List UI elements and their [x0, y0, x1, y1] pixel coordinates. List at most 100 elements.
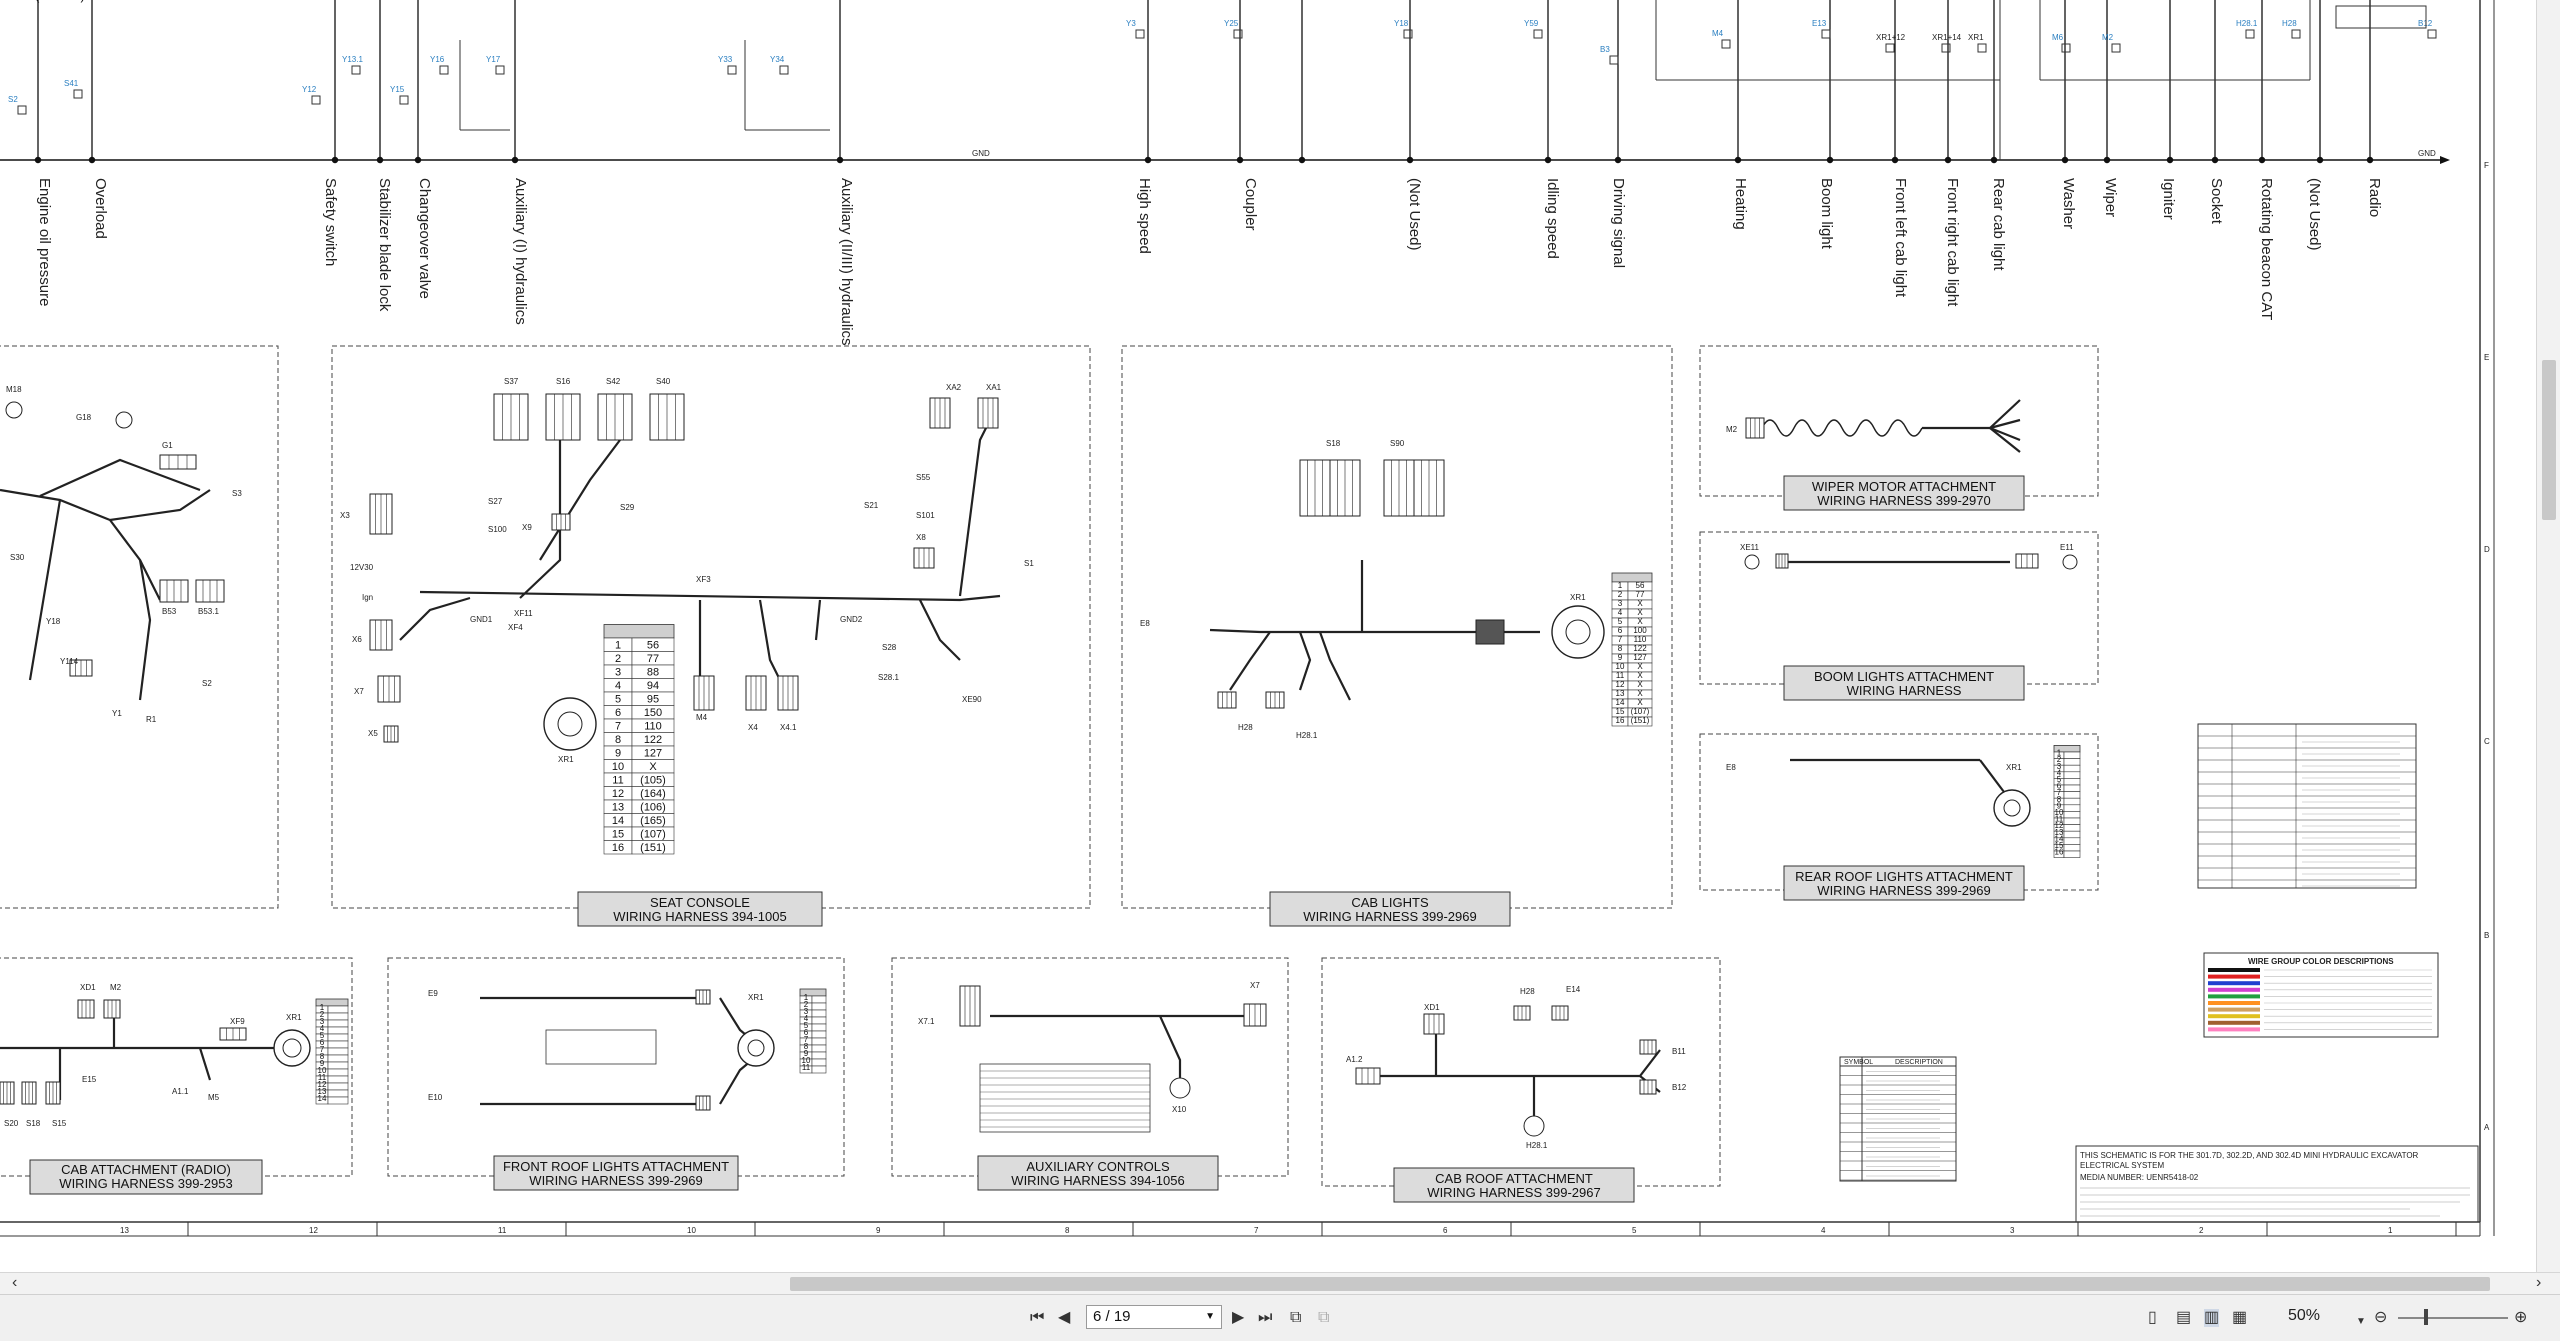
component-label: Y3 [1126, 19, 1136, 28]
part-label: S1 [1024, 559, 1034, 568]
svg-text:X: X [1637, 599, 1643, 608]
row-letter: A [2484, 1123, 2490, 1132]
svg-text:127: 127 [644, 748, 662, 760]
part-label: M18 [6, 385, 22, 394]
next-page-icon[interactable]: ▶ [1232, 1309, 1244, 1327]
wire-group-legend: WIRE GROUP COLOR DESCRIPTIONS [2203, 952, 2439, 1038]
column-number: 8 [1065, 1226, 1070, 1235]
svg-text:X: X [649, 761, 657, 773]
circuit-label: Auxiliary (I) hydraulics [512, 178, 529, 325]
column-number: 5 [1632, 1226, 1637, 1235]
svg-text:95: 95 [647, 694, 659, 706]
scroll-right-arrow-icon[interactable]: › [2536, 1274, 2541, 1292]
svg-text:14: 14 [612, 815, 624, 827]
zoom-slider-knob[interactable] [2424, 1309, 2428, 1325]
part-label: X7.1 [918, 1017, 935, 1026]
part-label: A1.2 [1346, 1055, 1363, 1064]
fit-width-icon[interactable]: ⧉ [1318, 1309, 1329, 1327]
column-number: 6 [1443, 1226, 1448, 1235]
circuit-label: Boom light [1818, 178, 1835, 250]
part-label: XA1 [986, 383, 1002, 392]
part-label: M2 [1726, 425, 1738, 434]
component-label: H28 [2282, 19, 2297, 28]
document-viewport[interactable]: GND GND Engine oil pressure Overload Safet… [0, 0, 2536, 1272]
svg-text:X: X [1637, 689, 1643, 698]
component-label: Y33 [718, 55, 733, 64]
last-page-icon[interactable]: ⏭ [1258, 1309, 1272, 1327]
part-label: S30 [10, 553, 25, 562]
svg-text:14: 14 [1616, 698, 1625, 707]
svg-text:7: 7 [615, 721, 621, 733]
previous-page-icon[interactable]: ◀ [1058, 1309, 1070, 1327]
svg-text:16: 16 [2055, 848, 2064, 857]
part-label: S29 [620, 503, 635, 512]
part-label: G1 [162, 441, 173, 450]
vertical-scroll-thumb[interactable] [2542, 360, 2556, 520]
vertical-scrollbar[interactable] [2536, 0, 2560, 1272]
svg-text:(151): (151) [1631, 716, 1650, 725]
part-label: X4.1 [780, 723, 797, 732]
panel-front-roof: FRONT ROOF LIGHTS ATTACHMENTWIRING HARNE… [387, 957, 845, 1191]
circuit-labels: Engine oil pressure Overload Safety switch… [36, 178, 2383, 346]
continuous-view-icon[interactable]: ▤ [2176, 1309, 2191, 1327]
part-label: X8 [916, 533, 926, 542]
svg-text:1: 1 [1618, 581, 1623, 590]
svg-text:15: 15 [1616, 707, 1625, 716]
first-page-icon[interactable]: ⏮ [1030, 1309, 1044, 1327]
column-number: 2 [2199, 1226, 2204, 1235]
component-label: Y25 [1224, 19, 1239, 28]
component-label: Y18 [1394, 19, 1409, 28]
svg-text:127: 127 [1633, 653, 1647, 662]
part-label: S101 [916, 511, 935, 520]
part-label: GND2 [840, 615, 863, 624]
svg-text:11: 11 [1616, 671, 1625, 680]
gnd-label: GND [972, 149, 990, 158]
single-page-view-icon[interactable]: ▯ [2148, 1309, 2157, 1327]
zoom-out-icon[interactable]: ⊖ [2374, 1309, 2387, 1327]
part-label: S40 [656, 377, 671, 386]
two-page-view-icon[interactable]: ▥ [2204, 1309, 2220, 1327]
panel-rear-roof: REAR ROOF LIGHTS ATTACHMENTWIRING HARNES… [1699, 733, 2099, 901]
component-label: B12 [2418, 19, 2433, 28]
svg-text:4: 4 [1618, 608, 1623, 617]
panel-cab-roof: CAB ROOF ATTACHMENTWIRING HARNESS 399-29… [1321, 957, 1721, 1203]
circuit-label: Changeover valve [416, 178, 433, 299]
panel-title: AUXILIARY CONTROLS [1026, 1159, 1170, 1174]
part-label: XD1 [80, 983, 96, 992]
zoom-slider[interactable] [2398, 1317, 2508, 1319]
horizontal-scrollbar[interactable]: ‹ › [0, 1272, 2560, 1295]
page-number-input[interactable]: 6 / 19 ▼ [1086, 1305, 1222, 1329]
part-label: S28.1 [878, 673, 899, 682]
zoom-dropdown-icon[interactable]: ▼ [2356, 1313, 2366, 1331]
panel-title: CAB ATTACHMENT (RADIO) [61, 1162, 231, 1177]
part-label: Y18 [46, 617, 61, 626]
circuit-label: Radio [2366, 178, 2383, 217]
component-label: XR1+12 [1876, 33, 1906, 42]
zoom-level[interactable]: 50% [2288, 1307, 2320, 1325]
circuit-label: Front left cab light [1892, 178, 1909, 298]
page-dropdown-icon[interactable]: ▼ [1205, 1306, 1215, 1328]
zoom-in-icon[interactable]: ⊕ [2514, 1309, 2527, 1327]
svg-text:11: 11 [802, 1063, 811, 1072]
part-label: X7 [354, 687, 364, 696]
circuit-label: Engine oil pressure [36, 178, 53, 306]
panel-cab-lights: CAB LIGHTSWIRING HARNESS 399-29691 562 773… [1121, 345, 1673, 927]
scroll-left-arrow-icon[interactable]: ‹ [12, 1274, 17, 1292]
component-label: Y34 [770, 55, 785, 64]
panel-subtitle: WIRING HARNESS 399-2969 [529, 1173, 702, 1188]
component-label: XR1+14 [1932, 33, 1962, 42]
part-label: S55 [916, 473, 931, 482]
circuit-label: Igniter [2160, 178, 2177, 220]
part-label: S2 [202, 679, 212, 688]
two-page-continuous-icon[interactable]: ▦ [2232, 1309, 2247, 1327]
horizontal-scroll-thumb[interactable] [790, 1277, 2490, 1291]
svg-text:150: 150 [644, 707, 662, 719]
svg-text:7: 7 [1618, 635, 1623, 644]
circuit-label: Wiper [2102, 178, 2119, 217]
part-label: E8 [1140, 619, 1150, 628]
panel-title: SEAT CONSOLE [650, 895, 750, 910]
page-number-value: 6 / 19 [1093, 1308, 1131, 1325]
svg-text:X: X [1637, 608, 1643, 617]
fit-page-icon[interactable]: ⧉ [1290, 1309, 1301, 1327]
part-label: S21 [864, 501, 879, 510]
